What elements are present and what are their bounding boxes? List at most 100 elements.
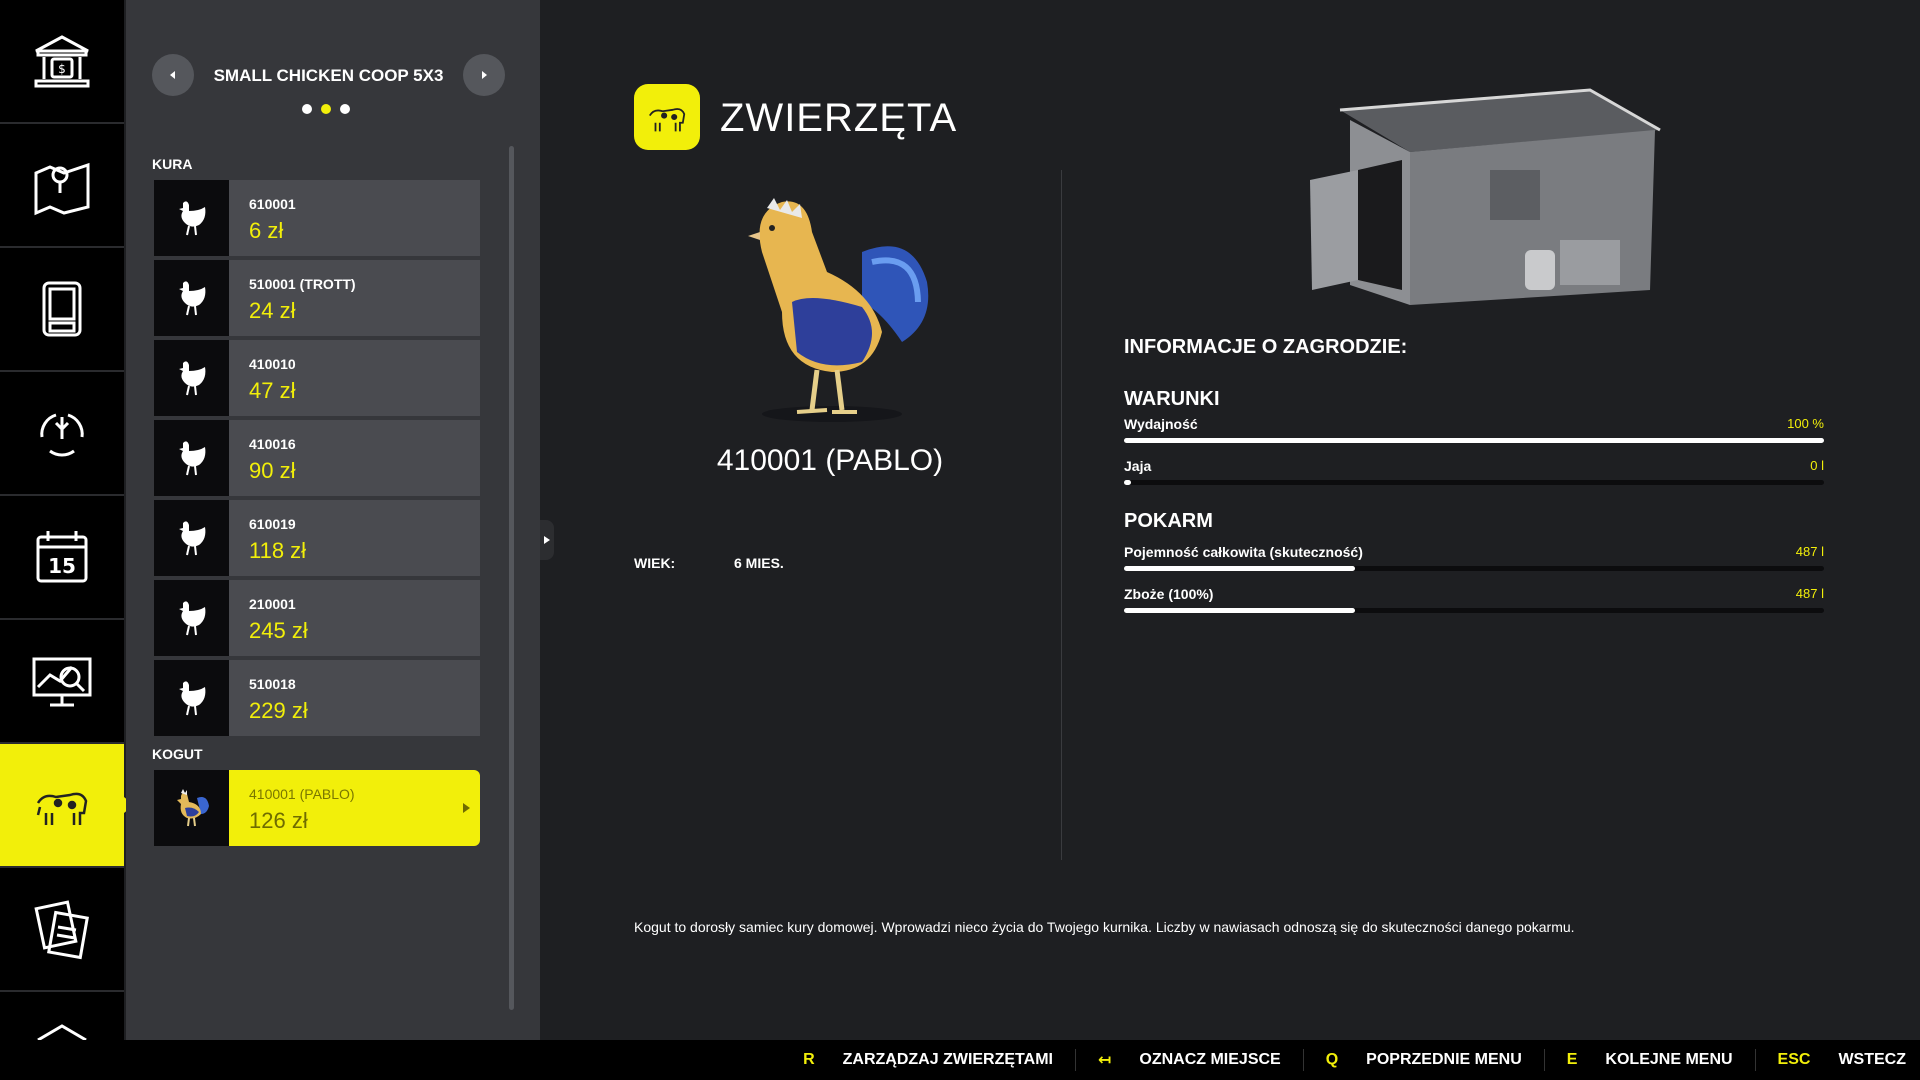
chicken-icon (178, 521, 205, 556)
page-title: ZWIERZĘTA (720, 96, 958, 140)
rail-production[interactable] (0, 372, 124, 496)
hint-separator (1754, 1049, 1756, 1071)
hint-label: KOLEJNE MENU (1605, 1051, 1733, 1068)
animal-id: 410010 (249, 356, 296, 372)
gps-icon (42, 281, 82, 337)
page-dot-active[interactable] (321, 104, 331, 114)
stat-fill (1124, 438, 1824, 443)
animal-thumbnail (154, 580, 229, 656)
hint-separator (1074, 1049, 1076, 1071)
age-value: 6 MIES. (734, 555, 784, 571)
hint-key: ↤ (1097, 1052, 1112, 1069)
rooster-list-item[interactable]: 410001 (PABLO) 126 zł (154, 770, 480, 846)
animal-id: 210001 (249, 596, 296, 612)
rooster-group-label: KOGUT (152, 746, 203, 762)
animal-info: 510001 (TROTT) 24 zł (229, 260, 356, 336)
stat-label: Zboże (100%) (1124, 586, 1214, 602)
animal-id: 410001 (PABLO) (249, 786, 355, 802)
collapse-panel-button[interactable] (540, 520, 554, 560)
input-hint[interactable]: E KOLEJNE MENU (1567, 1051, 1733, 1069)
hint-key: ESC (1777, 1051, 1811, 1068)
input-hint[interactable]: ↤ OZNACZ MIEJSCE (1098, 1050, 1281, 1070)
stat-bar: Wydajność 100 % (1124, 416, 1824, 443)
animals-header-icon (634, 84, 700, 150)
hint-key: E (1566, 1051, 1578, 1068)
pen-info-title: INFORMACJE O ZAGRODZIE: (1124, 336, 1408, 358)
coop-selector: SMALL CHICKEN COOP 5X3 (152, 54, 505, 98)
list-scrollbar[interactable] (509, 146, 514, 1010)
input-hint[interactable]: Q POPRZEDNIE MENU (1326, 1051, 1522, 1069)
animal-price: 245 zł (249, 618, 308, 643)
animal-price: 229 zł (249, 698, 308, 723)
bank-icon: $ (34, 35, 90, 88)
rail-animals[interactable] (0, 744, 134, 868)
stat-track (1124, 608, 1824, 613)
stat-value: 487 l (1795, 586, 1824, 601)
animal-id: 410016 (249, 436, 296, 452)
chicken-icon (178, 441, 205, 476)
next-coop-button[interactable] (463, 54, 505, 96)
animal-price: 24 zł (249, 298, 296, 323)
hen-list-item[interactable]: 510018 229 zł (154, 660, 480, 736)
animal-id: 510018 (249, 676, 296, 692)
rail-calendar[interactable]: 15 (0, 496, 124, 620)
hen-list-item[interactable]: 510001 (TROTT) 24 zł (154, 260, 480, 336)
prev-coop-button[interactable] (152, 54, 194, 96)
rail-contracts[interactable] (0, 868, 124, 992)
hen-list-item[interactable]: 410016 90 zł (154, 420, 480, 496)
animal-thumbnail (154, 500, 229, 576)
input-hint[interactable]: ESC WSTECZ (1778, 1051, 1906, 1069)
animals-icon (648, 108, 686, 132)
input-hint[interactable]: R ZARZĄDZAJ ZWIERZĘTAMI (803, 1051, 1053, 1069)
animal-thumbnail (154, 180, 229, 256)
conditions-title: WARUNKI (1124, 388, 1220, 410)
stat-track (1124, 438, 1824, 443)
rail-more[interactable] (0, 992, 124, 1040)
hint-label: OZNACZ MIEJSCE (1139, 1051, 1281, 1068)
rail-map[interactable] (0, 124, 124, 248)
hint-label: ZARZĄDZAJ ZWIERZĘTAMI (842, 1051, 1053, 1068)
chevron-right-icon (482, 71, 487, 79)
animals-icon (36, 792, 88, 825)
hen-list-item[interactable]: 210001 245 zł (154, 580, 480, 656)
rail-gps[interactable] (0, 248, 124, 372)
stat-label: Jaja (1124, 458, 1152, 474)
stat-value: 487 l (1795, 544, 1824, 559)
rail-statistics[interactable] (0, 620, 124, 744)
hen-list: 610001 6 zł 510001 (TROTT) 24 zł 410010 47 zł… (154, 180, 480, 740)
page-dot[interactable] (302, 104, 312, 114)
svg-text:15: 15 (48, 554, 76, 578)
stat-value: 100 % (1787, 416, 1824, 431)
stat-label: Wydajność (1124, 416, 1198, 432)
hen-group-label: KURA (152, 156, 193, 172)
animal-id: 510001 (TROTT) (249, 276, 356, 292)
rooster-icon (176, 789, 209, 827)
page-dot[interactable] (340, 104, 350, 114)
animal-info: 210001 245 zł (229, 580, 308, 656)
animal-info: 410010 47 zł (229, 340, 296, 416)
calendar-icon: 15 (36, 531, 88, 583)
chicken-icon (178, 601, 205, 636)
stat-bar: Jaja 0 l (1124, 458, 1824, 485)
animal-info: 610001 6 zł (229, 180, 296, 256)
hint-label: POPRZEDNIE MENU (1366, 1051, 1522, 1068)
chevron-right-icon (544, 536, 550, 544)
hen-list-item[interactable]: 410010 47 zł (154, 340, 480, 416)
rail-bank[interactable]: $ (0, 0, 124, 124)
animal-name: 410001 (PABLO) (716, 444, 944, 477)
stat-fill (1124, 480, 1131, 485)
chicken-icon (178, 201, 205, 236)
animal-id: 610001 (249, 196, 296, 212)
stat-value: 0 l (1810, 458, 1824, 473)
statistics-icon (32, 657, 92, 707)
animal-thumbnail (154, 420, 229, 496)
hen-list-item[interactable]: 610001 6 zł (154, 180, 480, 256)
food-title: POKARM (1124, 510, 1213, 532)
hen-list-item[interactable]: 610019 118 zł (154, 500, 480, 576)
animal-price: 126 zł (249, 808, 308, 833)
animal-price: 90 zł (249, 458, 296, 483)
rooster-list: 410001 (PABLO) 126 zł (154, 770, 480, 850)
animal-price: 47 zł (249, 378, 296, 403)
hint-separator (1543, 1049, 1545, 1071)
animal-description: Kogut to dorosły samiec kury domowej. Wp… (634, 919, 1575, 935)
